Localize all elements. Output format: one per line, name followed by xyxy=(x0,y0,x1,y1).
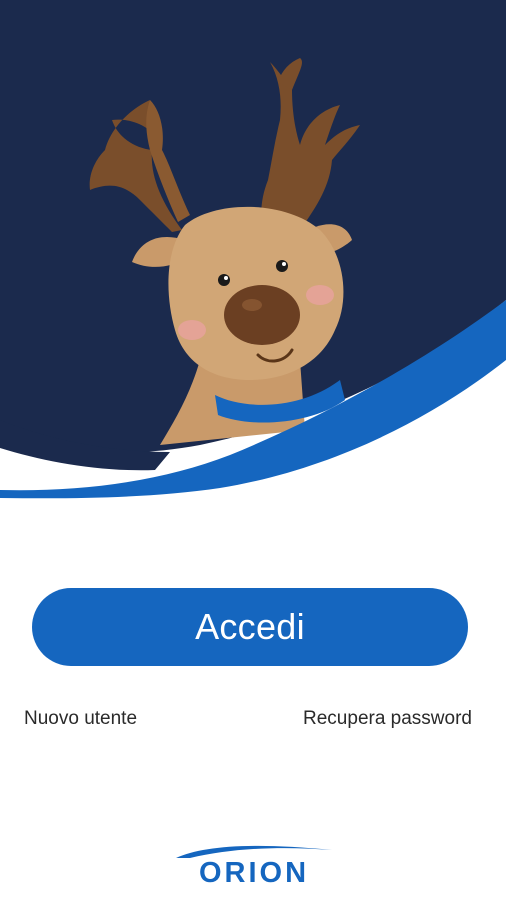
new-user-link[interactable]: Nuovo utente xyxy=(24,707,137,731)
hero-illustration xyxy=(0,0,506,500)
login-button[interactable]: Accedi xyxy=(32,588,468,666)
brand-logo: ORION xyxy=(172,840,336,890)
recover-password-link[interactable]: Recupera password xyxy=(303,707,472,731)
header-hero xyxy=(0,0,506,500)
brand-name: ORION xyxy=(198,857,310,889)
